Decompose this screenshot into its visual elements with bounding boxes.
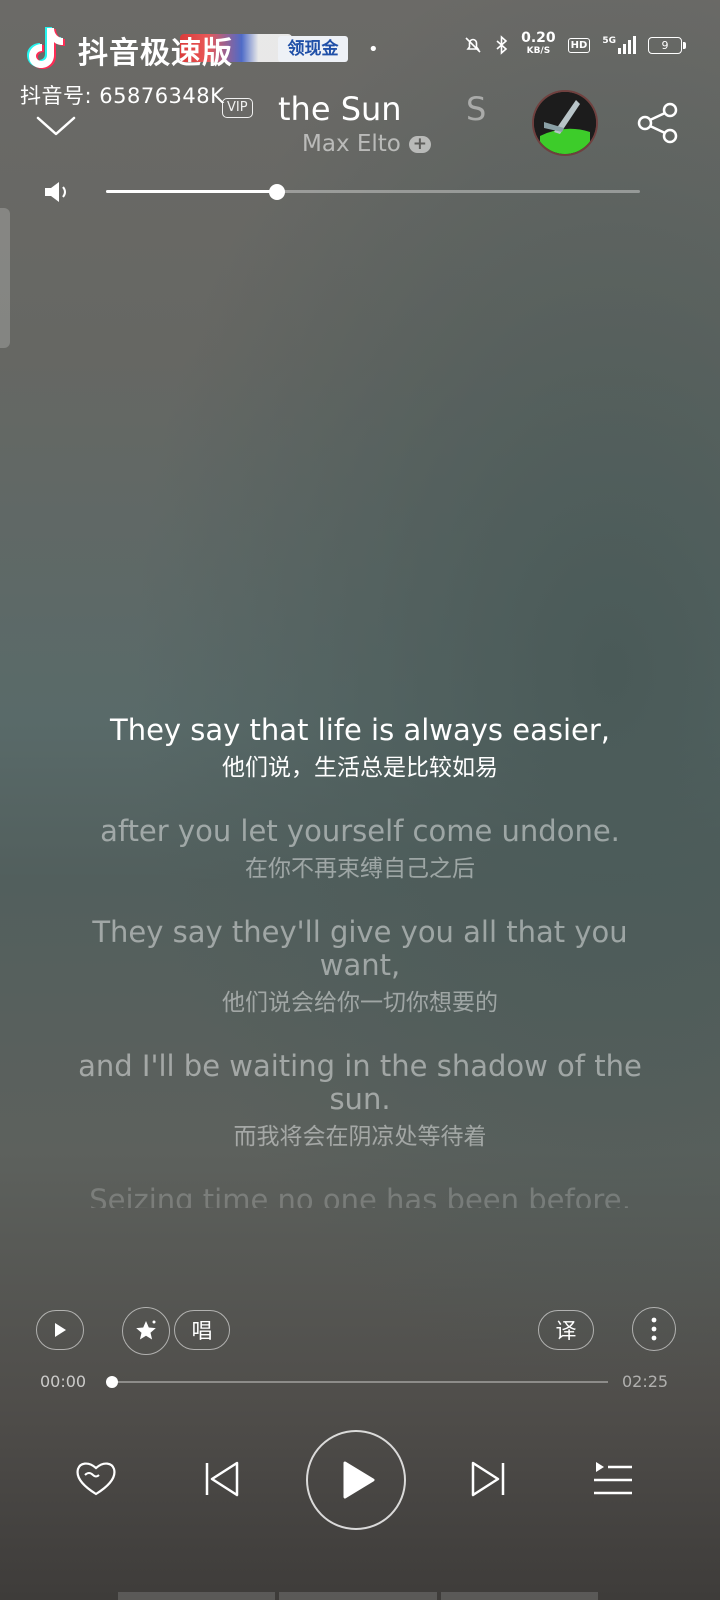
lyric-chinese: 他们说会给你一切你想要的	[222, 990, 498, 1016]
network-speed: 0.20 KB/S	[521, 30, 556, 58]
lyrics-panel: They say that life is always easier, 他们说…	[60, 714, 660, 1238]
current-time: 00:00	[40, 1372, 87, 1391]
star-sparkle-icon	[136, 1320, 156, 1340]
network-speed-value: 0.20	[521, 30, 556, 46]
volume-icon[interactable]	[42, 178, 72, 206]
lyric-chinese: 而我将会在阴凉处等待着	[233, 1124, 487, 1150]
volume-slider-handle[interactable]	[269, 184, 285, 200]
album-art-image	[534, 92, 596, 154]
play-icon	[343, 1461, 375, 1499]
lyric-chinese: 在你不再束缚自己之后	[245, 856, 475, 882]
star-effect-button[interactable]	[122, 1307, 170, 1355]
heart-icon[interactable]	[74, 1458, 118, 1498]
network-type: 5G	[602, 36, 616, 46]
system-nav-bar	[118, 1592, 598, 1600]
hd-badge: HD	[567, 37, 591, 53]
lyric-line[interactable]: after you let yourself come undone. 在你不再…	[60, 815, 660, 886]
next-icon[interactable]	[470, 1460, 506, 1498]
watermark-user-id: 抖音号: 65876348K	[20, 84, 225, 108]
chevron-down-icon[interactable]	[36, 110, 76, 140]
lyric-line[interactable]: They say they'll give you all that you w…	[60, 916, 660, 1020]
mini-play-button[interactable]	[36, 1310, 84, 1350]
more-vertical-icon	[651, 1317, 657, 1341]
promo-badge-label: 领现金	[287, 39, 339, 59]
side-drawer-handle[interactable]	[0, 208, 10, 348]
album-art[interactable]	[534, 92, 596, 154]
lyric-line-fading[interactable]: Seizing time no one has been before,	[60, 1184, 660, 1208]
lyric-english: They say they'll give you all that you w…	[92, 915, 628, 982]
tiktok-logo-icon	[27, 27, 65, 69]
lyric-english: They say that life is always easier,	[109, 713, 611, 747]
watermark-app-name: 抖音极速版	[78, 36, 233, 71]
previous-icon[interactable]	[204, 1460, 240, 1498]
bluetooth-icon	[496, 35, 508, 55]
total-time: 02:25	[622, 1372, 669, 1391]
lyric-line-active[interactable]: They say that life is always easier, 他们说…	[60, 714, 660, 785]
artist-name[interactable]: Max Elto	[302, 131, 401, 157]
network-speed-unit: KB/S	[526, 46, 551, 56]
vip-badge: VIP	[222, 98, 253, 118]
artist-row[interactable]: Max Elto +	[302, 131, 431, 157]
notification-dot: •	[368, 39, 379, 60]
mute-bell-icon	[465, 37, 481, 53]
battery-level: 9	[661, 38, 669, 52]
battery-icon: 9	[648, 36, 686, 54]
lyric-english: Seizing time no one has been before,	[89, 1184, 631, 1208]
play-pause-button[interactable]	[306, 1430, 406, 1530]
more-options-button[interactable]	[632, 1307, 676, 1351]
song-title[interactable]: the Sun	[278, 90, 402, 128]
translate-button[interactable]: 译	[538, 1310, 594, 1350]
play-small-icon	[55, 1323, 66, 1337]
progress-bar[interactable]	[112, 1381, 608, 1383]
sing-button[interactable]: 唱	[174, 1310, 230, 1350]
follow-artist-button[interactable]: +	[408, 135, 431, 153]
lyric-english: and I'll be waiting in the shadow of the…	[78, 1049, 642, 1116]
next-song-title: S	[466, 90, 487, 128]
lyric-line[interactable]: and I'll be waiting in the shadow of the…	[60, 1050, 660, 1154]
playlist-icon[interactable]	[592, 1460, 634, 1498]
volume-slider-fill	[106, 190, 277, 193]
status-bar: 0.20 KB/S HD 5G 9	[463, 30, 686, 58]
progress-handle[interactable]	[106, 1376, 118, 1388]
lyric-chinese: 他们说，生活总是比较如易	[222, 755, 498, 781]
share-icon[interactable]	[636, 102, 680, 144]
promo-badge: 领现金	[278, 36, 348, 62]
signal-icon: 5G	[602, 36, 636, 54]
lyric-english: after you let yourself come undone.	[100, 814, 620, 848]
